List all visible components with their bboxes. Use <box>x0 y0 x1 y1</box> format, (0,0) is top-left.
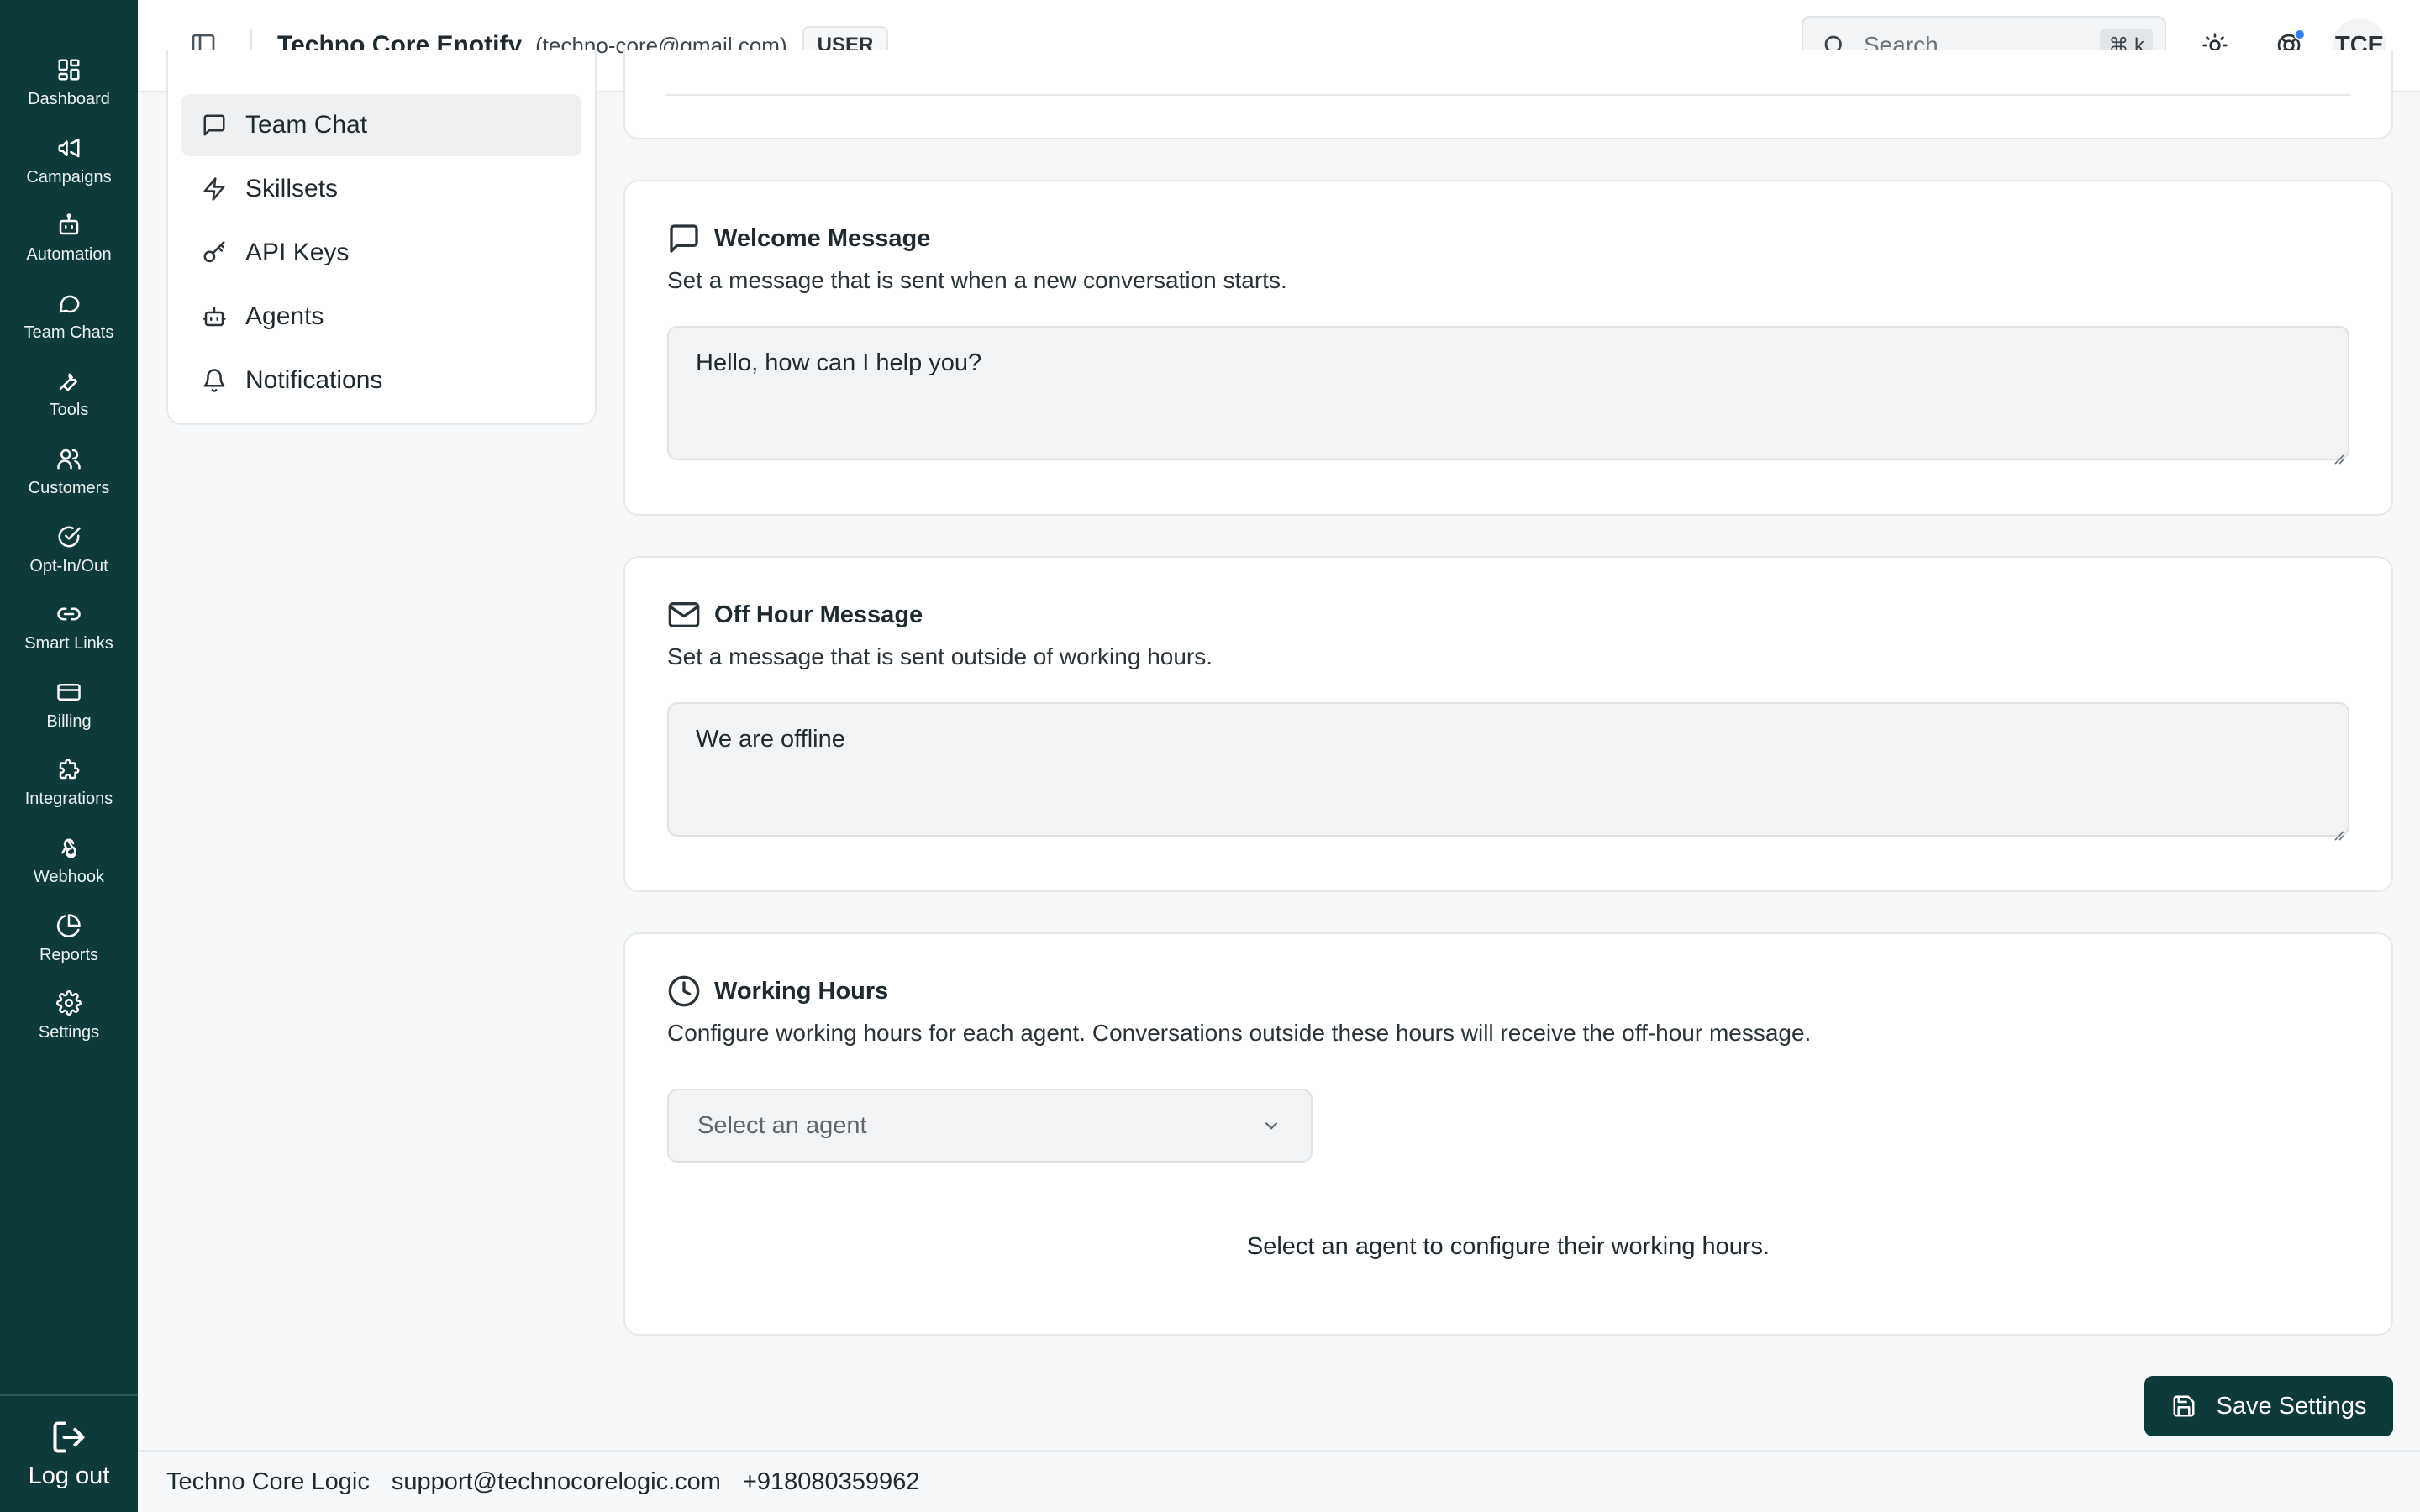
resize-handle-icon[interactable] <box>2333 444 2344 465</box>
bot-icon <box>203 307 226 327</box>
textarea-value: We are offline <box>696 726 845 753</box>
footer-email[interactable]: support@technocorelogic.com <box>392 1468 721 1496</box>
card-body: Off Hour Message Set a message that is s… <box>667 598 2349 841</box>
footer: Techno Core Logic support@technocorelogi… <box>138 1450 2420 1512</box>
agent-select[interactable]: Select an agent <box>667 1089 1313 1163</box>
rail-item-reports[interactable]: Reports <box>0 908 138 986</box>
working-hours-card: Working Hours Configure working hours fo… <box>623 932 2393 1336</box>
rail-item-label: Settings <box>38 1023 100 1042</box>
rail-item-label: Automation <box>26 245 112 265</box>
rail-item-label: Billing <box>46 711 92 731</box>
megaphone-icon <box>58 138 80 157</box>
users-icon <box>57 449 81 470</box>
working-hours-hint: Select an agent to configure their worki… <box>1246 1233 1770 1260</box>
off-hour-message-card: Off Hour Message Set a message that is s… <box>623 556 2393 892</box>
wrench-icon <box>59 374 77 391</box>
save-settings-button[interactable]: Save Settings <box>2144 1376 2393 1436</box>
settings-menu-label: Notifications <box>245 366 383 394</box>
card-header: Working Hours <box>667 974 2349 1008</box>
card-description: Set a message that is sent outside of wo… <box>667 643 1213 669</box>
card-description: Set a message that is sent when a new co… <box>667 267 1287 293</box>
rail-item-label: Campaigns <box>26 167 112 186</box>
rail-item-webhook[interactable]: Webhook <box>0 830 138 908</box>
rail-item-smart-links[interactable]: Smart Links <box>0 596 138 675</box>
link-icon <box>57 607 81 621</box>
credit-card-icon <box>57 683 81 701</box>
pie-chart-icon <box>56 913 81 937</box>
off-hour-message-textarea[interactable]: We are offline <box>667 702 2349 841</box>
rail-item-billing[interactable]: Billing <box>0 675 138 753</box>
logout-button[interactable]: Log out <box>0 1394 138 1512</box>
card-body: Welcome Message Set a message that is se… <box>667 222 2349 465</box>
rail-item-label: Tools <box>49 401 89 420</box>
card-header: Off Hour Message <box>667 598 2349 632</box>
rail-nav: Dashboard Campaigns Automation Team Chat… <box>0 52 138 1063</box>
rail-item-label: Smart Links <box>24 634 113 654</box>
mail-icon <box>668 602 700 627</box>
rail-item-settings[interactable]: Settings <box>0 985 138 1063</box>
bot-icon <box>59 213 79 235</box>
card-header: Welcome Message <box>667 222 2349 255</box>
bell-icon <box>203 369 225 392</box>
key-icon <box>203 241 225 263</box>
rail-item-team-chats[interactable]: Team Chats <box>0 286 138 364</box>
rail-item-label: Team Chats <box>24 323 114 342</box>
card-title: Welcome Message <box>714 224 931 252</box>
logout-icon <box>53 1420 85 1453</box>
settings-menu-agents[interactable]: Agents <box>182 286 581 348</box>
settings-menu-label: Skillsets <box>245 175 339 202</box>
card-title: Off Hour Message <box>714 601 923 628</box>
resize-handle-icon[interactable] <box>2333 820 2344 841</box>
settings-menu-skillsets[interactable]: Skillsets <box>182 158 581 220</box>
app-rail: Dashboard Campaigns Automation Team Chat… <box>0 0 138 1512</box>
rail-item-label: Opt-In/Out <box>29 556 108 575</box>
agent-select-placeholder: Select an agent <box>697 1111 867 1139</box>
rail-item-label: Dashboard <box>28 90 110 108</box>
rail-item-label: Customers <box>28 478 110 497</box>
clock-icon <box>668 975 700 1007</box>
rail-item-integrations[interactable]: Integrations <box>0 752 138 830</box>
settings-menu-api-keys[interactable]: API Keys <box>182 222 581 284</box>
rail-item-label: Reports <box>39 945 99 964</box>
rail-item-label: Webhook <box>33 867 105 886</box>
rail-item-opt-in-out[interactable]: Opt-In/Out <box>0 519 138 597</box>
notification-dot <box>2294 29 2306 40</box>
rail-item-tools[interactable]: Tools <box>0 363 138 441</box>
message-square-icon <box>670 224 698 253</box>
settings-menu: Team Chat Skillsets API Keys Agents Noti… <box>166 50 597 425</box>
message-square-icon <box>203 114 225 136</box>
settings-menu-label: API Keys <box>245 239 350 266</box>
chat-icon <box>59 295 80 313</box>
webhook-icon <box>61 838 76 858</box>
card-title: Working Hours <box>714 977 889 1005</box>
dashboard-icon <box>58 59 80 81</box>
textarea-value: Hello, how can I help you? <box>696 349 982 376</box>
rail-item-dashboard[interactable]: Dashboard <box>0 52 138 130</box>
settings-menu-team-chat[interactable]: Team Chat <box>182 94 581 156</box>
logout-label: Log out <box>28 1462 110 1489</box>
rail-item-customers[interactable]: Customers <box>0 441 138 519</box>
chevron-down-icon <box>1265 1121 1278 1130</box>
save-settings-label: Save Settings <box>2216 1392 2367 1420</box>
settings-menu-label: Team Chat <box>245 111 368 139</box>
card-body: Working Hours Configure working hours fo… <box>667 974 2349 1261</box>
save-icon <box>2173 1395 2195 1417</box>
puzzle-icon <box>59 759 80 780</box>
lightning-icon <box>203 177 225 201</box>
welcome-message-textarea[interactable]: Hello, how can I help you? <box>667 326 2349 465</box>
settings-menu-notifications[interactable]: Notifications <box>182 349 581 412</box>
footer-company: Techno Core Logic <box>166 1467 370 1495</box>
rail-item-automation[interactable]: Automation <box>0 207 138 286</box>
rail-item-label: Integrations <box>24 790 113 809</box>
card-description: Configure working hours for each agent. … <box>667 1020 1812 1046</box>
card-divider <box>666 94 2351 96</box>
welcome-message-card: Welcome Message Set a message that is se… <box>623 180 2393 516</box>
settings-menu-label: Agents <box>245 302 324 330</box>
rail-item-campaigns[interactable]: Campaigns <box>0 130 138 208</box>
footer-phone[interactable]: +918080359962 <box>743 1468 919 1496</box>
gear-icon <box>56 990 82 1016</box>
check-circle-icon <box>58 526 81 548</box>
previous-card-stub <box>623 50 2393 139</box>
